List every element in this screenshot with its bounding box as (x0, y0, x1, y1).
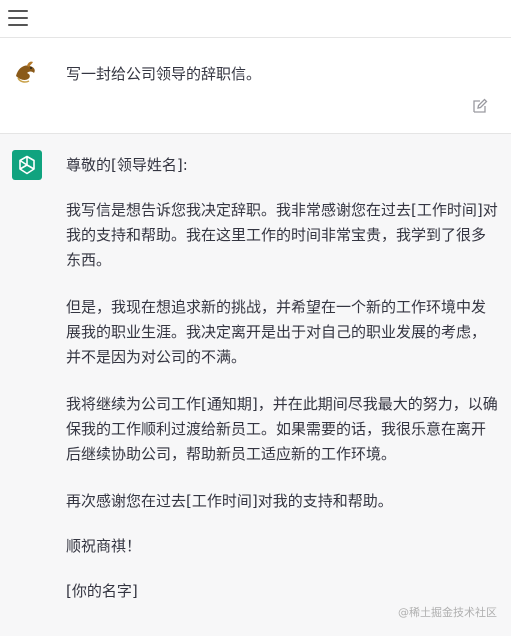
menu-icon[interactable] (8, 10, 28, 26)
watermark: @稀土掘金技术社区 (398, 606, 497, 619)
assistant-message: 尊敬的[领导姓名]: 我写信是想告诉您我决定辞职。我非常感谢您在过去[工作时间]… (0, 134, 511, 636)
letter-paragraph: 我写信是想告诉您我决定辞职。我非常感谢您在过去[工作时间]对我的支持和帮助。我在… (66, 201, 498, 269)
letter-paragraph: 我将继续为公司工作[通知期]，并在此期间尽我最大的努力，以确保我的工作顺利过渡给… (66, 395, 498, 463)
letter-paragraph: 但是，我现在想追求新的挑战，并希望在一个新的工作环境中发展我的职业生涯。我决定离… (66, 298, 487, 366)
letter-paragraph: 再次感谢您在过去[工作时间]对我的支持和帮助。 (66, 492, 393, 510)
user-prompt-text: 写一封给公司领导的辞职信。 (66, 65, 262, 83)
user-message: 写一封给公司领导的辞职信。 (0, 38, 511, 134)
openai-logo-icon (19, 155, 35, 175)
top-bar (0, 0, 511, 38)
edit-icon[interactable] (472, 98, 488, 114)
assistant-response: 尊敬的[领导姓名]: 我写信是想告诉您我决定辞职。我非常感谢您在过去[工作时间]… (66, 153, 498, 626)
user-avatar (12, 58, 40, 86)
assistant-avatar (12, 150, 42, 180)
letter-signature: [你的名字] (66, 582, 138, 600)
letter-closing: 顺祝商祺！ (66, 537, 142, 555)
letter-greeting: 尊敬的[领导姓名]: (66, 156, 188, 174)
